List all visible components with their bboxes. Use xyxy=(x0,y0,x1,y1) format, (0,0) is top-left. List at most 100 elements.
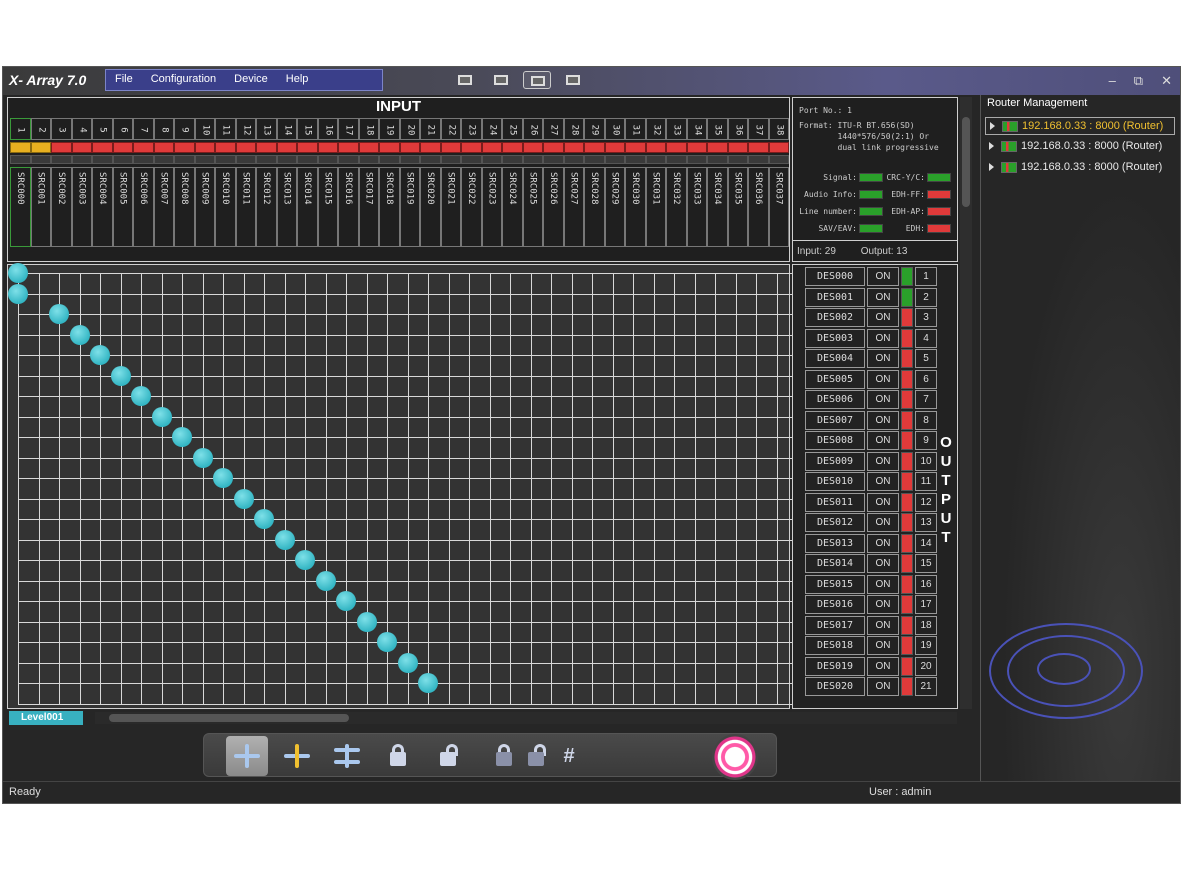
crosspoint-connection[interactable] xyxy=(233,488,254,509)
crosspoint-connection[interactable] xyxy=(8,263,28,283)
output-on-status[interactable]: ON xyxy=(867,410,899,430)
output-on-status[interactable]: ON xyxy=(867,328,899,348)
crosspoint-matrix[interactable] xyxy=(7,263,798,709)
input-column-7[interactable]: 7 SRC006 xyxy=(133,118,154,247)
input-column-30[interactable]: 30 SRC029 xyxy=(604,118,625,247)
input-column-21[interactable]: 21 SRC020 xyxy=(420,118,441,247)
crosspoint-connection[interactable] xyxy=(274,529,295,550)
crosspoint-connection[interactable] xyxy=(192,447,213,468)
output-on-status[interactable]: ON xyxy=(867,574,899,594)
input-column-31[interactable]: 31 SRC030 xyxy=(625,118,646,247)
output-on-status[interactable]: ON xyxy=(867,636,899,655)
input-column-22[interactable]: 22 SRC021 xyxy=(440,118,461,247)
input-column-20[interactable]: 20 SRC019 xyxy=(399,118,420,247)
crosspoint-connection[interactable] xyxy=(172,427,192,447)
output-on-status[interactable]: ON xyxy=(867,656,899,676)
unlock-button[interactable] xyxy=(426,736,468,776)
input-column-2[interactable]: 2 SRC001 xyxy=(30,118,51,247)
input-column-32[interactable]: 32 SRC031 xyxy=(645,118,666,247)
expand-arrow-icon[interactable] xyxy=(989,163,994,171)
input-column-17[interactable]: 17 SRC016 xyxy=(338,118,359,247)
crosspoint-connection[interactable] xyxy=(377,632,397,652)
input-column-11[interactable]: 11 SRC010 xyxy=(215,118,236,247)
menu-help[interactable]: Help xyxy=(277,70,318,90)
crosspoint-connection[interactable] xyxy=(418,673,438,693)
input-column-19[interactable]: 19 SRC018 xyxy=(379,118,400,247)
input-column-18[interactable]: 18 SRC017 xyxy=(358,118,379,247)
input-column-38[interactable]: 38 SRC037 xyxy=(768,118,789,247)
crosspoint-connection[interactable] xyxy=(90,345,110,365)
restore-button[interactable]: ⧉ xyxy=(1134,73,1143,89)
output-on-status[interactable]: ON xyxy=(867,287,899,307)
crosspoint-connection[interactable] xyxy=(49,304,69,324)
output-on-status[interactable]: ON xyxy=(867,390,899,409)
input-column-1[interactable]: 1 SRC000 xyxy=(10,118,31,247)
input-column-12[interactable]: 12 SRC011 xyxy=(235,118,256,247)
crosspoint-connection[interactable] xyxy=(336,591,356,611)
expand-arrow-icon[interactable] xyxy=(990,122,995,130)
input-column-27[interactable]: 27 SRC026 xyxy=(543,118,564,247)
output-on-status[interactable]: ON xyxy=(867,369,899,389)
input-column-23[interactable]: 23 SRC022 xyxy=(461,118,482,247)
expand-arrow-icon[interactable] xyxy=(989,142,994,150)
input-column-33[interactable]: 33 SRC032 xyxy=(666,118,687,247)
crosspoint-connection[interactable] xyxy=(295,550,315,570)
input-column-9[interactable]: 9 SRC008 xyxy=(174,118,195,247)
input-column-16[interactable]: 16 SRC015 xyxy=(317,118,338,247)
input-column-35[interactable]: 35 SRC034 xyxy=(707,118,728,247)
minimize-button[interactable]: – xyxy=(1109,73,1116,89)
output-on-status[interactable]: ON xyxy=(867,472,899,491)
input-column-5[interactable]: 5 SRC004 xyxy=(92,118,113,247)
crosspoint-connection[interactable] xyxy=(8,283,28,304)
input-column-28[interactable]: 28 SRC027 xyxy=(563,118,584,247)
crosspoint-connection[interactable] xyxy=(397,652,418,673)
input-column-3[interactable]: 3 SRC002 xyxy=(51,118,72,247)
touch-icon[interactable] xyxy=(712,734,758,780)
output-on-status[interactable]: ON xyxy=(867,513,899,532)
input-column-29[interactable]: 29 SRC028 xyxy=(584,118,605,247)
input-column-25[interactable]: 25 SRC024 xyxy=(502,118,523,247)
output-on-status[interactable]: ON xyxy=(867,308,899,327)
input-column-36[interactable]: 36 SRC035 xyxy=(727,118,748,247)
add-mode-button[interactable] xyxy=(276,736,318,776)
output-on-status[interactable]: ON xyxy=(867,533,899,553)
input-column-14[interactable]: 14 SRC013 xyxy=(276,118,297,247)
output-on-status[interactable]: ON xyxy=(867,451,899,471)
crosspoint-connection[interactable] xyxy=(356,611,377,632)
output-on-status[interactable]: ON xyxy=(867,554,899,573)
crosspoint-connection[interactable] xyxy=(315,570,336,591)
input-column-24[interactable]: 24 SRC023 xyxy=(481,118,502,247)
crosspoint-connection[interactable] xyxy=(131,386,151,406)
input-column-34[interactable]: 34 SRC033 xyxy=(686,118,707,247)
level-tab[interactable]: Level001 xyxy=(9,711,83,725)
output-on-status[interactable]: ON xyxy=(867,615,899,635)
lock-button[interactable] xyxy=(376,736,418,776)
router-item[interactable]: 192.168.0.33 : 8000 (Router) xyxy=(985,138,1175,156)
output-on-status[interactable]: ON xyxy=(867,595,899,614)
crosspoint-connection[interactable] xyxy=(213,468,233,488)
input-column-13[interactable]: 13 SRC012 xyxy=(256,118,277,247)
input-column-4[interactable]: 4 SRC003 xyxy=(71,118,92,247)
crosspoint-connection[interactable] xyxy=(254,509,274,529)
horizontal-scrollbar[interactable] xyxy=(95,712,957,724)
input-column-15[interactable]: 15 SRC014 xyxy=(297,118,318,247)
menu-file[interactable]: File xyxy=(106,70,142,90)
view-layout-4-button[interactable] xyxy=(559,71,587,89)
view-layout-1-button[interactable] xyxy=(451,71,479,89)
input-column-6[interactable]: 6 SRC005 xyxy=(112,118,133,247)
menu-device[interactable]: Device xyxy=(225,70,277,90)
output-on-status[interactable]: ON xyxy=(867,349,899,368)
close-button[interactable]: ✕ xyxy=(1161,73,1172,89)
crosspoint-connection[interactable] xyxy=(110,365,131,386)
crosspoint-connection[interactable] xyxy=(151,406,172,427)
router-item[interactable]: 192.168.0.33 : 8000 (Router) xyxy=(985,159,1175,177)
crosspoint-connection[interactable] xyxy=(69,324,90,345)
output-on-status[interactable]: ON xyxy=(867,677,899,696)
view-layout-2-button[interactable] xyxy=(487,71,515,89)
input-column-37[interactable]: 37 SRC036 xyxy=(748,118,769,247)
output-on-status[interactable]: ON xyxy=(867,267,899,286)
multi-mode-button[interactable] xyxy=(326,736,368,776)
input-column-10[interactable]: 10 SRC009 xyxy=(194,118,215,247)
crosspoint-mode-button[interactable] xyxy=(226,736,268,776)
router-item[interactable]: 192.168.0.33 : 8000 (Router) xyxy=(985,117,1175,135)
